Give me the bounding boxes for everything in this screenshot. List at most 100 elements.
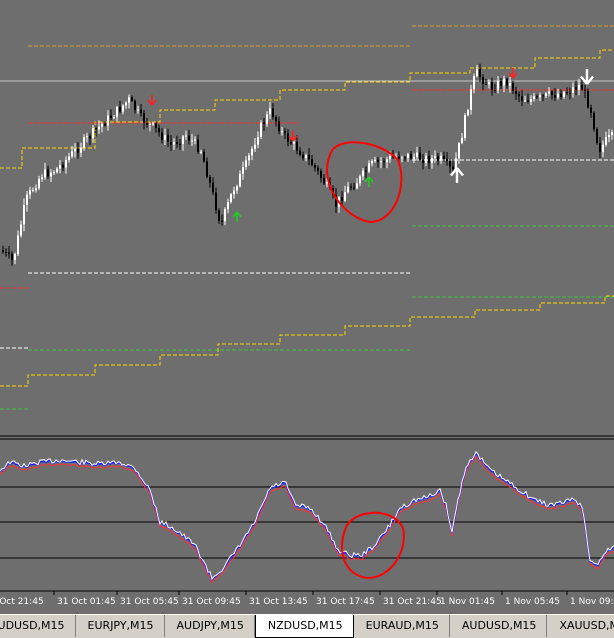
- candle-body: [254, 144, 256, 149]
- candle-body: [425, 155, 427, 163]
- candle-body: [104, 123, 106, 126]
- candle-body: [125, 102, 127, 106]
- candle-body: [32, 190, 34, 192]
- candle-body: [587, 90, 589, 108]
- candle-body: [266, 114, 268, 124]
- symbol-tab[interactable]: AUDUSD,M15: [0, 615, 76, 637]
- candle-body: [167, 135, 169, 142]
- candle-body: [140, 109, 142, 114]
- candle-body: [383, 161, 385, 163]
- candle-body: [584, 89, 586, 91]
- candle-body: [362, 170, 364, 177]
- symbol-tab-bar: AUDUSD,M15EURJPY,M15AUDJPY,M15NZDUSD,M15…: [0, 614, 614, 638]
- candle-body: [284, 131, 286, 134]
- price-chart[interactable]: 30 Oct 21:4531 Oct 01:4531 Oct 05:4531 O…: [0, 0, 614, 638]
- candle-body: [308, 154, 310, 160]
- candle-body: [482, 76, 484, 84]
- candle-body: [215, 192, 217, 211]
- candle-body: [5, 251, 7, 253]
- candle-body: [23, 205, 25, 225]
- candle-body: [110, 115, 112, 118]
- candle-body: [566, 92, 568, 94]
- time-axis-label: 31 Oct 21:45: [383, 597, 442, 607]
- candle-body: [611, 131, 613, 136]
- candle-body: [80, 147, 82, 153]
- candle-body: [557, 93, 559, 98]
- candle-body: [188, 135, 190, 141]
- candle-body: [62, 165, 64, 168]
- symbol-tab[interactable]: EURJPY,M15: [76, 615, 165, 637]
- candle-body: [509, 82, 511, 86]
- candle-body: [398, 156, 400, 159]
- candle-body: [572, 87, 574, 94]
- candle-body: [224, 209, 226, 222]
- candle-body: [164, 135, 166, 141]
- candle-body: [65, 159, 67, 168]
- symbol-tab[interactable]: NZDUSD,M15: [254, 615, 354, 638]
- candle-body: [35, 188, 37, 191]
- candle-body: [314, 165, 316, 168]
- symbol-tab[interactable]: XAUUSD,M15: [547, 615, 614, 637]
- candle-body: [548, 91, 550, 94]
- candle-body: [236, 186, 238, 191]
- symbol-tab[interactable]: AUDUSD,M15: [450, 615, 548, 637]
- candle-body: [341, 197, 343, 201]
- candle-body: [554, 94, 556, 98]
- candle-body: [233, 190, 235, 195]
- candle-body: [386, 159, 388, 163]
- candle-body: [407, 153, 409, 159]
- candle-body: [38, 178, 40, 189]
- symbol-tab[interactable]: AUDJPY,M15: [165, 615, 255, 637]
- candle-body: [113, 117, 115, 119]
- candle-body: [83, 137, 85, 148]
- time-axis-label: 31 Oct 17:45: [316, 597, 375, 607]
- candle-body: [524, 100, 526, 102]
- candle-body: [545, 93, 547, 97]
- candle-body: [413, 156, 415, 159]
- candle-body: [305, 154, 307, 159]
- candle-body: [158, 128, 160, 133]
- candle-body: [569, 92, 571, 94]
- candle-body: [590, 107, 592, 113]
- candle-body: [578, 84, 580, 90]
- candle-body: [422, 159, 424, 163]
- time-axis-label: 31 Oct 13:45: [249, 597, 308, 607]
- candle-body: [467, 109, 469, 116]
- candle-body: [29, 190, 31, 195]
- candle-body: [17, 235, 19, 255]
- candle-body: [221, 220, 223, 222]
- candle-body: [89, 136, 91, 139]
- candle-body: [98, 126, 100, 130]
- candle-body: [302, 154, 304, 159]
- candle-body: [179, 143, 181, 145]
- candle-body: [461, 137, 463, 144]
- candle-body: [119, 106, 121, 112]
- candle-body: [344, 192, 346, 201]
- candle-body: [515, 91, 517, 95]
- candle-body: [257, 137, 259, 145]
- candle-body: [497, 81, 499, 91]
- candle-body: [539, 95, 541, 98]
- candle-body: [209, 177, 211, 183]
- candle-body: [299, 150, 301, 155]
- candle-body: [77, 148, 79, 153]
- candle-body: [197, 139, 199, 152]
- candle-body: [512, 82, 514, 92]
- candle-body: [20, 224, 22, 236]
- candle-body: [551, 91, 553, 95]
- candle-body: [449, 161, 451, 167]
- candle-body: [137, 109, 139, 111]
- candle-body: [605, 137, 607, 145]
- candle-body: [176, 142, 178, 144]
- candle-body: [428, 155, 430, 163]
- symbol-tab[interactable]: EURAUD,M15: [354, 615, 450, 637]
- candle-body: [311, 159, 313, 166]
- candle-body: [365, 170, 367, 172]
- candle-body: [410, 153, 412, 159]
- candle-body: [377, 159, 379, 162]
- candle-body: [296, 141, 298, 151]
- candle-body: [353, 187, 355, 189]
- candle-body: [71, 151, 73, 157]
- candle-body: [152, 123, 154, 125]
- candle-body: [560, 93, 562, 98]
